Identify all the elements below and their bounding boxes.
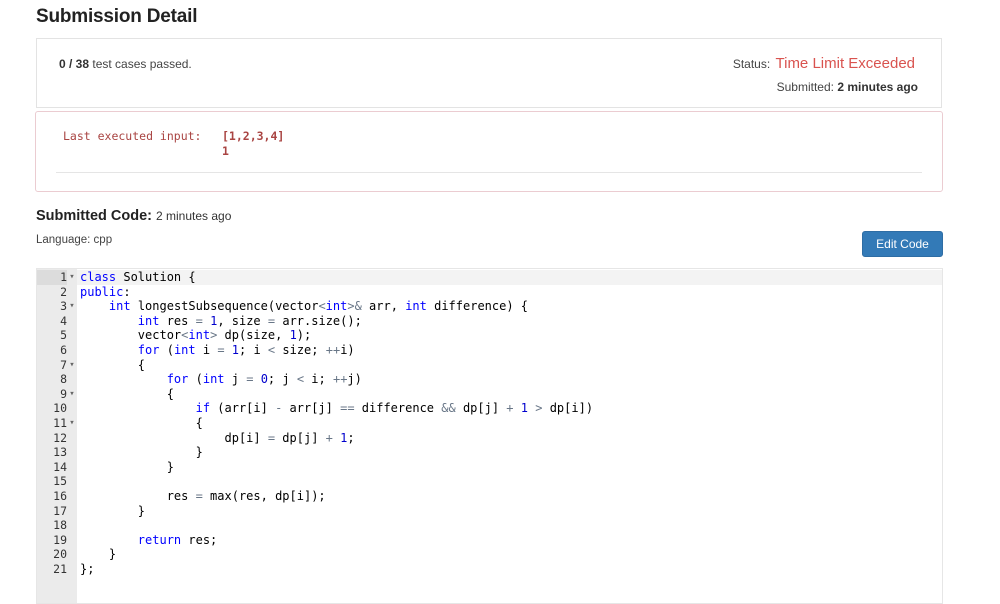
status-line: Status: Time Limit Exceeded xyxy=(733,55,915,72)
page-title: Submission Detail xyxy=(36,6,198,27)
line-number: 1 xyxy=(37,270,67,285)
code-line[interactable]: 15 xyxy=(53,474,942,489)
code-line-text: public: xyxy=(80,284,131,299)
fold-toggle-icon[interactable]: ▾ xyxy=(67,270,77,285)
code-line-text: } xyxy=(80,503,146,518)
code-line-text: int res = 1, size = arr.size(); xyxy=(137,313,362,328)
line-number: 14 xyxy=(53,459,67,474)
passed-suffix: test cases passed. xyxy=(89,57,192,71)
code-line[interactable]: 13 } xyxy=(53,445,942,460)
code-line-text: class Solution { xyxy=(80,270,196,284)
code-line[interactable]: 5 vector<int> dp(size, 1); xyxy=(60,328,942,343)
code-line-text: for (int i = 1; i < size; ++i) xyxy=(137,343,355,357)
code-line[interactable]: 3 ▾ int longestSubsequence(vector<int>& a… xyxy=(60,299,942,314)
status-value: Time Limit Exceeded xyxy=(775,55,916,72)
status-label: Status: xyxy=(732,57,774,71)
line-number: 15 xyxy=(53,474,67,489)
fold-toggle-icon[interactable]: ▾ xyxy=(67,387,77,402)
code-line[interactable]: 20 } xyxy=(53,547,942,562)
line-number: 5 xyxy=(60,328,67,343)
code-line[interactable]: 21}; xyxy=(53,562,942,577)
line-number: 9 xyxy=(60,386,67,401)
code-line-text: for (int j = 0; j < i; ++j) xyxy=(166,372,362,387)
submitted-code-heading: Submitted Code: 2 minutes ago xyxy=(36,208,231,224)
line-number: 10 xyxy=(53,401,67,416)
code-line[interactable]: 10 if (arr[i] - arr[j] == difference && … xyxy=(53,401,942,416)
code-line[interactable]: 11 ▾ { xyxy=(53,416,942,431)
line-number: 6 xyxy=(60,343,67,357)
last-input-values: [1,2,3,4] 1 xyxy=(222,129,284,159)
code-line-text: int longestSubsequence(vector<int>& arr,… xyxy=(108,299,529,314)
line-number: 16 xyxy=(53,489,67,503)
code-line[interactable]: 2 public: xyxy=(60,284,942,300)
line-number: 7 xyxy=(60,357,67,372)
code-area[interactable]: 1 ▾ class Solution {2 public: 3 ▾ int longest… xyxy=(37,269,942,603)
line-number: 8 xyxy=(60,372,67,387)
line-number: 18 xyxy=(53,518,67,533)
code-editor[interactable]: 1 ▾ class Solution {2 public: 3 ▾ int longest… xyxy=(36,268,943,604)
edit-code-button[interactable]: Edit Code xyxy=(862,231,943,257)
code-line-text: dp[i] = dp[j] + 1; xyxy=(80,430,355,445)
line-number: 21 xyxy=(53,562,67,576)
last-input-line: 1 xyxy=(222,144,229,158)
test-cases-passed: 0 / 38 test cases passed. xyxy=(59,57,192,71)
line-number: 4 xyxy=(60,313,67,328)
code-line[interactable]: 4 int res = 1, size = arr.size(); xyxy=(60,313,942,329)
last-input-label: Last executed input: xyxy=(63,129,202,143)
code-line[interactable]: 9 ▾ { xyxy=(60,386,942,402)
fold-toggle-icon[interactable]: ▾ xyxy=(67,416,77,431)
code-line[interactable]: 7 ▾ { xyxy=(60,357,942,373)
code-line-text: { xyxy=(80,357,146,372)
code-line-text: vector<int> dp(size, 1); xyxy=(80,328,312,343)
code-line[interactable]: 6 for (int i = 1; i < size; ++i) xyxy=(60,343,942,358)
code-line-text: } xyxy=(80,459,174,474)
submitted-time: Submitted: 2 minutes ago xyxy=(777,80,918,94)
code-line-text: } xyxy=(80,547,117,562)
last-executed-input-panel: Last executed input: [1,2,3,4] 1 xyxy=(35,111,943,192)
code-line[interactable]: 12 dp[i] = dp[j] + 1; xyxy=(53,430,942,446)
code-line[interactable]: 14 } xyxy=(53,459,942,475)
code-line-text: { xyxy=(80,386,174,401)
line-number: 20 xyxy=(53,547,67,562)
code-line-text: { xyxy=(80,416,203,430)
code-line[interactable]: 19 return res; xyxy=(53,532,942,548)
code-line[interactable]: 17 } xyxy=(53,503,942,519)
code-line-text: res = max(res, dp[i]); xyxy=(80,489,326,503)
submitted-value: 2 minutes ago xyxy=(837,80,918,94)
line-number: 3 xyxy=(60,299,67,314)
code-line[interactable]: 18 xyxy=(53,518,942,533)
last-input-line: [1,2,3,4] xyxy=(222,129,285,143)
submitted-code-title: Submitted Code: xyxy=(36,208,152,224)
code-line-text: if (arr[i] - arr[j] == difference && dp[… xyxy=(195,401,594,416)
submitted-code-time: 2 minutes ago xyxy=(156,209,232,223)
line-number: 12 xyxy=(53,430,67,445)
code-line-text: }; xyxy=(80,562,95,576)
submission-summary-panel: 0 / 38 test cases passed. Status: Time L… xyxy=(36,38,942,108)
line-number: 17 xyxy=(53,503,67,518)
code-line-text: } xyxy=(80,445,203,460)
code-line[interactable]: 1 ▾ class Solution { xyxy=(37,270,942,285)
submitted-label: Submitted: xyxy=(776,80,838,94)
code-line[interactable]: 16 res = max(res, dp[i]); xyxy=(53,489,942,504)
line-number: 13 xyxy=(53,445,67,460)
line-number: 2 xyxy=(60,284,67,299)
line-number: 11 xyxy=(53,416,67,430)
code-line-text: return res; xyxy=(137,532,218,547)
line-number: 19 xyxy=(53,532,67,547)
passed-count: 0 / 38 xyxy=(59,57,90,71)
fold-toggle-icon[interactable]: ▾ xyxy=(67,358,77,373)
fold-toggle-icon[interactable]: ▾ xyxy=(67,299,77,314)
code-line[interactable]: 8 for (int j = 0; j < i; ++j) xyxy=(60,372,942,387)
divider xyxy=(56,172,922,173)
language-label: Language: cpp xyxy=(36,234,113,246)
